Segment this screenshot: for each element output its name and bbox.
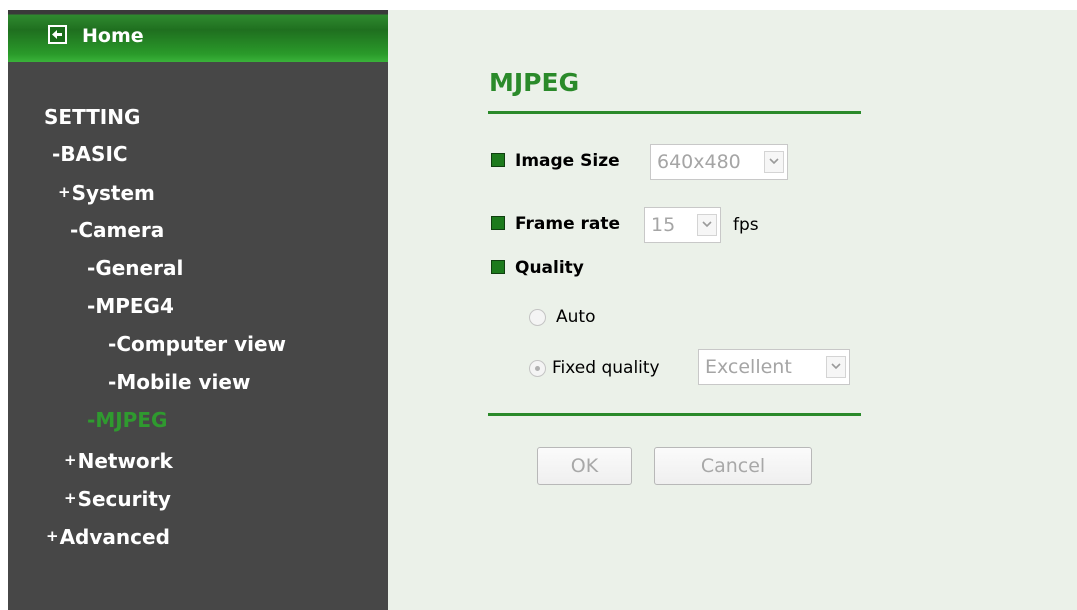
settings-panel: MJPEG Image Size 640x480 Frame rate 15 f… [388,10,1077,610]
home-bar[interactable]: Home [8,10,388,62]
expand-marker: + [64,489,77,507]
nav-computer-view[interactable]: -Computer view [108,332,286,356]
fixed-quality-value: Excellent [705,356,792,378]
radio-selected-dot [535,366,540,371]
quality-fixed-radio[interactable] [529,360,546,377]
nav-basic[interactable]: -BASIC [52,142,128,166]
nav-label: Advanced [59,525,170,549]
nav-security[interactable]: +Security [64,486,171,511]
sidebar-nav: Home SETTING -BASIC +System -Camera -Gen… [8,10,388,610]
nav-setting[interactable]: SETTING [44,105,140,129]
nav-label: MPEG4 [95,294,174,318]
nav-mpeg4[interactable]: -MPEG4 [87,294,174,318]
ok-button[interactable]: OK [537,447,632,485]
green-square-icon [491,216,505,230]
quality-auto-radio[interactable] [529,309,546,326]
quality-auto-label: Auto [556,307,596,327]
nav-label: BASIC [60,142,128,166]
quality-label: Quality [515,258,584,278]
nav-label: Network [77,449,173,473]
quality-fixed-label: Fixed quality [552,358,660,378]
nav-label: Camera [78,218,165,242]
frame-rate-label: Frame rate [515,214,621,234]
fps-unit-label: fps [733,215,759,235]
nav-label: General [95,256,184,280]
chevron-down-icon[interactable] [764,151,784,173]
image-size-select[interactable]: 640x480 [650,144,788,180]
back-arrow-icon[interactable] [48,25,67,44]
frame-rate-value: 15 [651,214,676,236]
nav-label: MJPEG [95,408,168,432]
nav-label: System [71,181,155,205]
form-divider [488,413,861,416]
nav-label: Mobile view [116,370,251,394]
image-size-value: 640x480 [657,151,741,173]
nav-label: Security [77,487,171,511]
frame-rate-select[interactable]: 15 [644,207,721,243]
expand-marker: + [46,527,59,545]
nav-label: SETTING [44,105,141,129]
chevron-down-icon[interactable] [826,356,846,378]
image-size-label: Image Size [515,151,620,171]
page-title: MJPEG [489,68,580,97]
cancel-button[interactable]: Cancel [654,447,812,485]
fixed-quality-select[interactable]: Excellent [698,349,850,385]
home-link[interactable]: Home [82,25,144,47]
nav-advanced[interactable]: +Advanced [46,524,170,549]
nav-general[interactable]: -General [87,256,183,280]
chevron-down-icon[interactable] [697,214,717,236]
nav-camera[interactable]: -Camera [70,218,164,242]
nav-mobile-view[interactable]: -Mobile view [108,370,250,394]
green-square-icon [491,153,505,167]
nav-network[interactable]: +Network [64,448,173,473]
title-divider [488,111,861,114]
nav-label: Computer view [116,332,287,356]
expand-marker: + [58,183,71,201]
nav-mjpeg[interactable]: -MJPEG [87,408,167,432]
green-square-icon [491,260,505,274]
expand-marker: + [64,451,77,469]
nav-system[interactable]: +System [58,180,155,205]
